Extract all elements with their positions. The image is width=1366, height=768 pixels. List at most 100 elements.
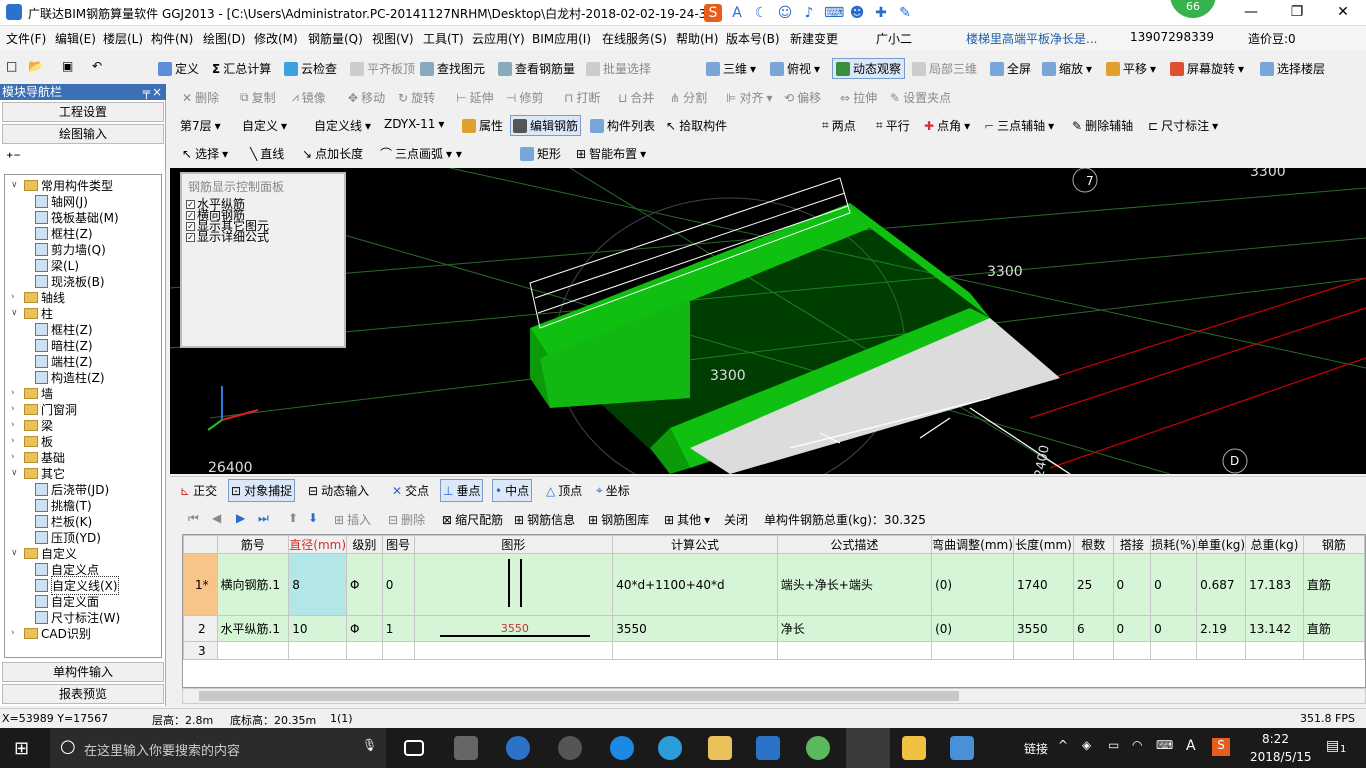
split-button[interactable]: ⋔ 分割 xyxy=(670,89,707,106)
table-cell[interactable]: 1 xyxy=(381,615,415,642)
menu-new-change[interactable]: 新建变更 xyxy=(790,30,838,47)
mirror-button[interactable]: ⩘ 镜像 xyxy=(292,89,326,106)
table-cell[interactable] xyxy=(1112,641,1152,660)
column-header[interactable]: 损耗(%) xyxy=(1150,535,1198,554)
subtype-select[interactable]: 自定义线 ▾ xyxy=(314,117,371,134)
tree-item[interactable]: 自定义面 xyxy=(35,593,99,609)
column-header[interactable]: 总重(kg) xyxy=(1245,535,1304,554)
tree-item[interactable]: 框柱(Z) xyxy=(35,321,93,337)
tree-folder[interactable]: › CAD识别 xyxy=(11,625,91,641)
tree-item[interactable]: 构造柱(Z) xyxy=(35,369,105,385)
table-cell[interactable]: 17.183 xyxy=(1245,553,1304,616)
collapse-icon[interactable]: ∨ xyxy=(11,468,21,478)
tree-item[interactable]: 尺寸标注(W) xyxy=(35,609,120,625)
vertex-snap[interactable]: △ 顶点 xyxy=(546,482,582,499)
menu-view[interactable]: 视图(V) xyxy=(372,30,414,47)
trim-button[interactable]: ⊣ 修剪 xyxy=(506,89,543,106)
parallel-axis-button[interactable]: ⌗ 平行 xyxy=(876,117,910,134)
tree-folder[interactable]: › 门窗洞 xyxy=(11,401,77,417)
table-cell[interactable]: 3550 xyxy=(1013,615,1074,642)
expand-all-icon[interactable]: ⁺⁻ xyxy=(6,150,21,166)
report-preview-button[interactable]: 报表预览 xyxy=(2,684,164,704)
collapse-icon[interactable]: ∨ xyxy=(11,308,21,318)
dimension-button[interactable]: ⊏ 尺寸标注 ▾ xyxy=(1148,117,1218,134)
ime-shirt-icon[interactable]: ✚ xyxy=(872,4,890,22)
tree-item[interactable]: 栏板(K) xyxy=(35,513,92,529)
perpendicular-snap[interactable]: ⊥ 垂点 xyxy=(440,479,484,502)
screen-rotate-button[interactable]: 屏幕旋转 ▾ xyxy=(1170,60,1244,77)
intersection-snap[interactable]: ✕ 交点 xyxy=(392,482,429,499)
chevron-up-icon[interactable]: ^ xyxy=(1058,738,1068,752)
tree-folder[interactable]: › 梁 xyxy=(11,417,53,433)
table-cell[interactable]: 2.19 xyxy=(1196,615,1247,642)
battery-icon[interactable]: ▭ xyxy=(1108,738,1119,752)
table-cell[interactable]: 0.687 xyxy=(1196,553,1247,616)
pin-icon[interactable]: ╤ xyxy=(143,84,150,100)
table-cell[interactable] xyxy=(1072,641,1114,660)
other-button[interactable]: ⊞ 其他 ▾ xyxy=(664,511,710,528)
point-angle-axis-button[interactable]: ✚ 点角 ▾ xyxy=(924,117,970,134)
project-settings-button[interactable]: 工程设置 xyxy=(2,102,164,122)
open-folder-icon[interactable]: 📂 xyxy=(28,59,43,73)
menu-beans[interactable]: 造价豆:0 xyxy=(1248,30,1296,47)
new-file-icon[interactable]: □ xyxy=(6,59,17,73)
table-cell[interactable] xyxy=(1302,641,1365,660)
expand-icon[interactable]: › xyxy=(11,452,21,462)
expand-icon[interactable]: › xyxy=(11,436,21,446)
table-cell[interactable]: 8 xyxy=(288,553,348,616)
column-header[interactable]: 级别 xyxy=(346,535,383,554)
link-toolbar[interactable]: 链接 xyxy=(1024,740,1048,757)
zoom-button[interactable]: 缩放 ▾ xyxy=(1042,60,1092,77)
table-cell[interactable]: 净长 xyxy=(776,615,933,642)
app-fan-icon[interactable] xyxy=(454,736,478,760)
move-down-icon[interactable]: ⬇ xyxy=(308,511,318,525)
smart-layout-button[interactable]: ⊞ 智能布置 ▾ xyxy=(576,145,646,162)
table-cell[interactable] xyxy=(931,641,1015,660)
extend-button[interactable]: ⊢ 延伸 xyxy=(456,89,493,106)
ime-a-icon[interactable]: A xyxy=(728,4,746,22)
tree-item[interactable]: 挑檐(T) xyxy=(35,497,92,513)
line-button[interactable]: ╲ 直线 xyxy=(250,145,284,162)
table-cell[interactable]: 端头+净长+端头 xyxy=(776,553,933,616)
merge-button[interactable]: ⊔ 合并 xyxy=(618,89,654,106)
tree-item[interactable]: 现浇板(B) xyxy=(35,273,105,289)
close-icon[interactable]: × xyxy=(152,84,162,100)
stretch-button[interactable]: ⇔ 拉伸 xyxy=(840,89,877,106)
view-rebar-qty-button[interactable]: 查看钢筋量 xyxy=(498,60,575,77)
column-header[interactable]: 筋号 xyxy=(216,535,290,554)
notes-icon[interactable] xyxy=(902,736,926,760)
menu-edit[interactable]: 编辑(E) xyxy=(55,30,96,47)
floor-select[interactable]: 第7层 ▾ xyxy=(180,117,221,134)
table-cell[interactable]: 10 xyxy=(288,615,348,642)
menu-modify[interactable]: 修改(M) xyxy=(254,30,298,47)
rebar-library-button[interactable]: ⊞ 钢筋图库 xyxy=(588,511,649,528)
menu-phone[interactable]: 13907298339 xyxy=(1130,30,1214,44)
column-header[interactable]: 根数 xyxy=(1072,535,1114,554)
sogou-icon[interactable]: S xyxy=(704,4,722,22)
tree-folder[interactable]: ∨ 常用构件类型 xyxy=(11,177,113,193)
menu-bim[interactable]: BIM应用(I) xyxy=(532,30,591,47)
table-cell[interactable] xyxy=(612,641,778,660)
glodon-g-icon[interactable] xyxy=(756,736,780,760)
task-view-icon[interactable] xyxy=(404,740,424,756)
column-header[interactable]: 钢筋 xyxy=(1302,535,1365,554)
table-cell[interactable]: 水平纵筋.1 xyxy=(216,615,290,642)
type-select[interactable]: 自定义 ▾ xyxy=(242,117,287,134)
table-cell[interactable]: 3550 xyxy=(612,615,778,642)
tree-item[interactable]: 剪力墙(Q) xyxy=(35,241,106,257)
restore-button[interactable]: ❐ xyxy=(1274,0,1320,26)
3d-viewport[interactable]: 7 D 3300 3300 3300 26400 2400 钢筋显示控制面板 ✓… xyxy=(170,168,1366,474)
set-grip-button[interactable]: ✎ 设置夹点 xyxy=(890,89,951,106)
keyboard-icon[interactable]: ⌨ xyxy=(1156,738,1173,752)
insert-button[interactable]: ⊞ 插入 xyxy=(334,511,371,528)
fullscreen-button[interactable]: 全屏 xyxy=(990,60,1031,77)
single-component-input-button[interactable]: 单构件输入 xyxy=(2,662,164,682)
delete-row-button[interactable]: ⊟ 删除 xyxy=(388,511,425,528)
table-cell[interactable]: Φ xyxy=(346,553,383,616)
edit-rebar-button[interactable]: 编辑钢筋 xyxy=(510,115,582,136)
menu-guangxiaoer[interactable]: 广小二 xyxy=(876,30,912,47)
score-badge[interactable]: 66 xyxy=(1170,0,1216,18)
table-cell[interactable]: 横向钢筋.1 xyxy=(216,553,290,616)
wifi-icon[interactable]: ◠ xyxy=(1132,738,1142,752)
drawing-input-button[interactable]: 绘图输入 xyxy=(2,124,164,144)
